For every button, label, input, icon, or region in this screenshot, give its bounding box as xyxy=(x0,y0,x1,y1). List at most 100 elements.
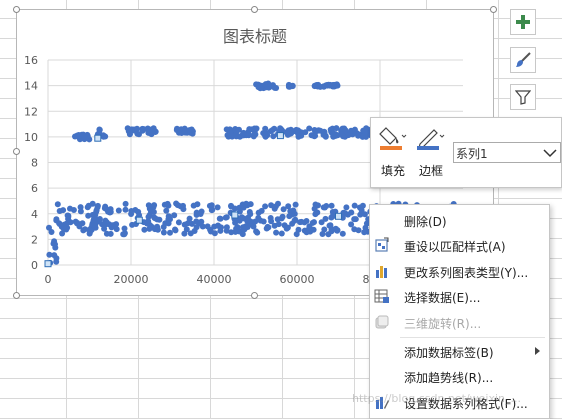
data-point[interactable] xyxy=(321,129,328,136)
data-point[interactable] xyxy=(223,126,230,133)
data-point[interactable] xyxy=(198,218,205,225)
data-point[interactable] xyxy=(160,229,167,236)
data-point[interactable] xyxy=(186,215,193,222)
data-point[interactable] xyxy=(145,202,152,209)
data-point[interactable] xyxy=(342,210,349,217)
data-point[interactable] xyxy=(60,207,67,214)
data-point[interactable] xyxy=(167,229,173,236)
data-point[interactable] xyxy=(351,202,358,209)
data-point[interactable] xyxy=(64,212,71,219)
data-point[interactable] xyxy=(204,223,211,230)
data-point[interactable] xyxy=(333,125,340,132)
data-point[interactable] xyxy=(267,128,274,135)
data-point[interactable] xyxy=(197,211,204,217)
data-point[interactable] xyxy=(154,226,161,233)
data-point[interactable] xyxy=(315,202,321,209)
data-point[interactable] xyxy=(232,219,239,226)
data-point[interactable] xyxy=(48,229,55,235)
data-point[interactable] xyxy=(343,204,350,211)
menu-item-add-data-labels[interactable]: 添加数据标签(B) xyxy=(370,339,549,363)
data-point[interactable] xyxy=(263,225,270,232)
data-point[interactable] xyxy=(80,227,87,234)
data-point[interactable] xyxy=(172,226,178,233)
data-point[interactable] xyxy=(348,221,355,228)
data-point[interactable] xyxy=(233,133,240,140)
data-point[interactable] xyxy=(126,130,133,137)
data-point[interactable] xyxy=(284,131,291,138)
resize-handle-top[interactable] xyxy=(251,6,258,13)
data-point[interactable] xyxy=(215,222,222,229)
data-point[interactable] xyxy=(134,125,140,132)
data-point[interactable] xyxy=(239,231,246,238)
resize-handle-bottom[interactable] xyxy=(251,292,258,299)
data-point[interactable] xyxy=(363,133,369,140)
menu-item-change-chart-type[interactable]: 更改系列图表类型(Y)... xyxy=(370,259,549,283)
data-point[interactable] xyxy=(83,133,90,140)
data-point[interactable] xyxy=(54,201,61,208)
data-point[interactable] xyxy=(165,216,172,223)
data-point[interactable] xyxy=(292,201,299,208)
data-point[interactable] xyxy=(306,125,313,132)
data-point[interactable] xyxy=(181,221,188,228)
data-point[interactable] xyxy=(293,231,300,238)
data-point[interactable] xyxy=(283,225,290,232)
data-point[interactable] xyxy=(136,131,142,138)
data-point[interactable] xyxy=(109,223,116,230)
data-point[interactable] xyxy=(89,211,96,218)
data-point[interactable] xyxy=(72,133,78,140)
data-point[interactable] xyxy=(121,231,128,238)
data-point[interactable] xyxy=(289,220,296,227)
data-point[interactable] xyxy=(208,207,215,214)
data-point[interactable] xyxy=(92,221,99,228)
resize-handle-top-left[interactable] xyxy=(13,6,20,13)
menu-item-delete[interactable]: 删除(D) xyxy=(370,208,549,232)
data-point[interactable] xyxy=(334,227,341,234)
data-point[interactable] xyxy=(311,219,317,226)
data-point[interactable] xyxy=(262,203,269,210)
data-point[interactable] xyxy=(180,202,186,209)
data-point[interactable] xyxy=(171,212,178,219)
data-point[interactable] xyxy=(260,218,267,225)
menu-item-add-trendline[interactable]: 添加趋势线(R)... xyxy=(370,364,549,388)
data-point[interactable] xyxy=(262,131,269,138)
data-point[interactable] xyxy=(122,200,129,207)
data-point[interactable] xyxy=(328,214,335,221)
data-point[interactable] xyxy=(331,81,338,88)
data-point[interactable] xyxy=(217,215,224,222)
data-point[interactable] xyxy=(268,202,275,209)
data-point[interactable] xyxy=(328,202,335,209)
data-point[interactable] xyxy=(253,228,260,235)
data-point[interactable] xyxy=(150,126,157,133)
data-point[interactable] xyxy=(141,226,148,233)
data-point[interactable] xyxy=(340,133,346,140)
data-point[interactable] xyxy=(288,211,295,218)
chart-styles-button[interactable] xyxy=(510,47,536,73)
data-point[interactable] xyxy=(222,214,229,221)
data-point[interactable] xyxy=(233,225,240,232)
data-point[interactable] xyxy=(271,222,278,229)
data-point[interactable] xyxy=(253,81,260,88)
data-point[interactable] xyxy=(240,224,246,231)
data-point[interactable] xyxy=(329,209,336,215)
data-point[interactable] xyxy=(274,216,281,223)
data-point[interactable] xyxy=(303,218,310,224)
data-point[interactable] xyxy=(262,125,269,132)
data-point[interactable] xyxy=(271,84,278,91)
data-point[interactable] xyxy=(339,230,346,237)
data-point[interactable] xyxy=(311,83,318,90)
data-point[interactable] xyxy=(247,211,254,218)
resize-handle-left[interactable] xyxy=(13,148,20,155)
chart-elements-button[interactable] xyxy=(510,9,536,35)
data-point[interactable] xyxy=(275,200,281,207)
data-point[interactable] xyxy=(267,215,274,221)
data-point[interactable] xyxy=(319,231,326,237)
chart-filters-button[interactable] xyxy=(510,84,536,110)
outline-button[interactable]: 边框 xyxy=(416,122,450,182)
data-point[interactable] xyxy=(225,133,232,140)
data-point[interactable] xyxy=(228,202,234,209)
data-point[interactable] xyxy=(150,209,157,215)
data-point[interactable] xyxy=(52,241,58,248)
data-point[interactable] xyxy=(175,219,182,226)
data-point[interactable] xyxy=(101,205,108,212)
data-point[interactable] xyxy=(145,218,152,225)
